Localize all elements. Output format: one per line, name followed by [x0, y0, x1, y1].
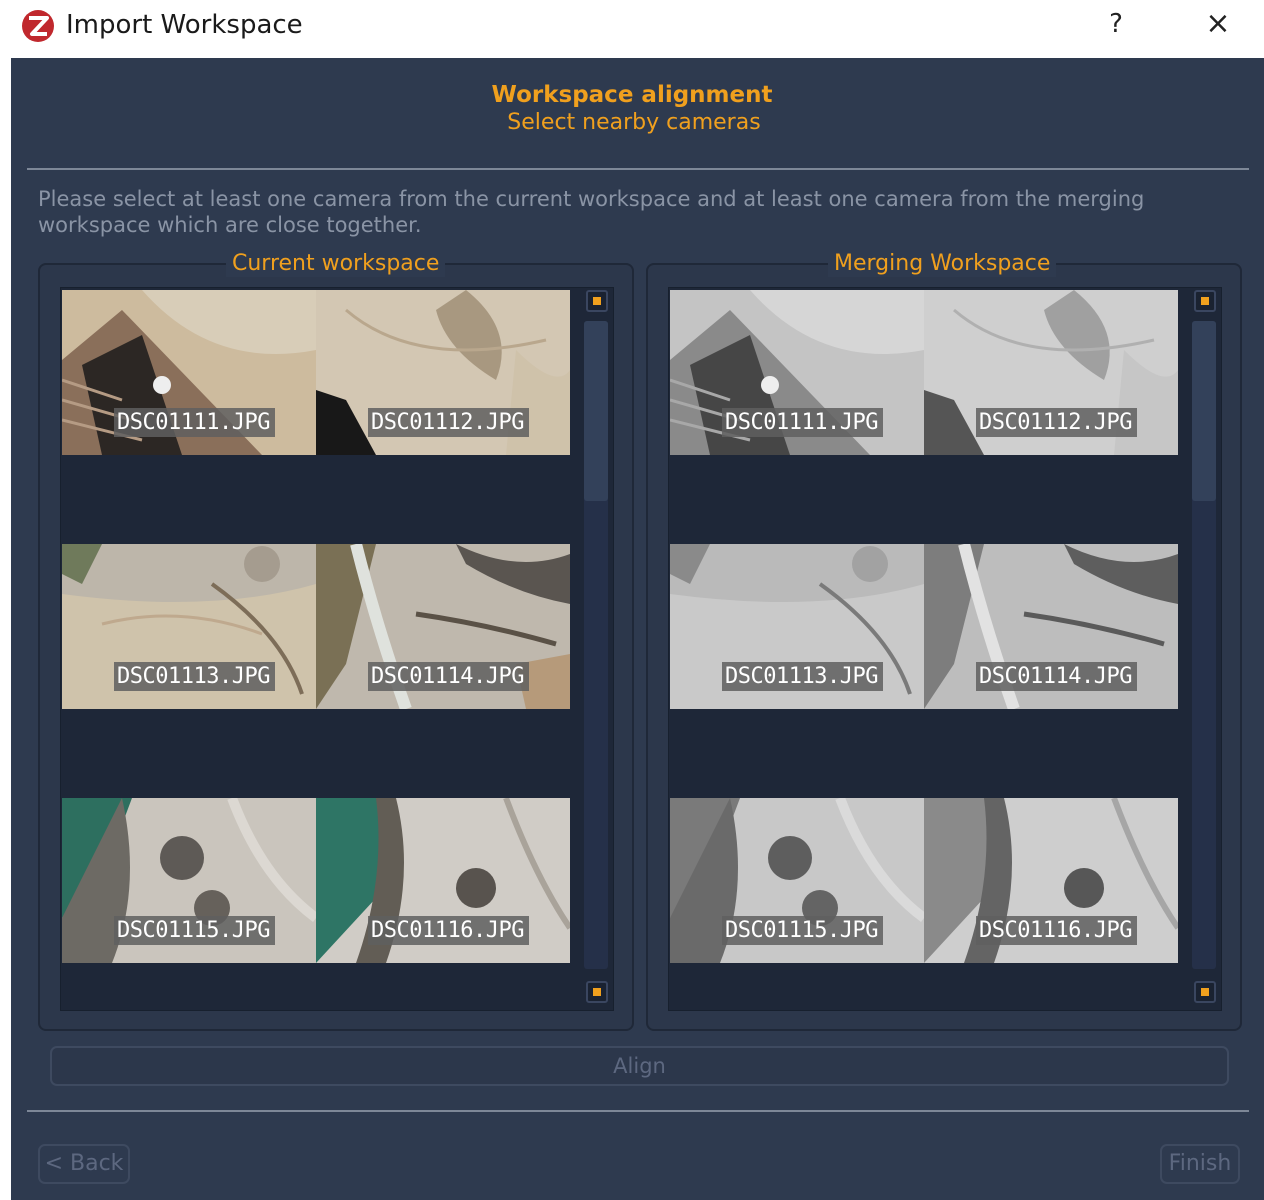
vertical-scrollbar[interactable] — [1190, 288, 1220, 1010]
wizard-content: Workspace alignment Select nearby camera… — [11, 58, 1264, 1200]
vertical-scrollbar[interactable] — [582, 288, 612, 1010]
camera-thumbnail[interactable]: DSC01112.JPG — [316, 290, 570, 455]
camera-filename: DSC01114.JPG — [976, 662, 1137, 691]
scroll-thumb[interactable] — [1192, 321, 1216, 501]
camera-filename: DSC01116.JPG — [368, 916, 529, 945]
current-workspace-title: Current workspace — [226, 251, 446, 277]
merging-workspace-group: Merging Workspace DSC01111.JPG DSC01112.… — [646, 251, 1242, 1031]
camera-filename: DSC01113.JPG — [722, 662, 883, 691]
back-button[interactable]: < Back — [38, 1144, 130, 1184]
window-title: Import Workspace — [66, 10, 303, 40]
footer-divider — [27, 1110, 1249, 1112]
camera-thumbnail[interactable]: DSC01111.JPG — [670, 290, 924, 455]
finish-button[interactable]: Finish — [1160, 1144, 1240, 1184]
current-workspace-group: Current workspace DSC01111.JPG DSC01112.… — [38, 251, 634, 1031]
instructions-text: Please select at least one camera from t… — [38, 187, 1145, 237]
camera-thumbnail[interactable]: DSC01114.JPG — [316, 544, 570, 709]
merging-workspace-camera-list[interactable]: DSC01111.JPG DSC01112.JPG DSC01113.JPG D… — [668, 287, 1222, 1011]
header-divider — [27, 168, 1249, 170]
scroll-thumb[interactable] — [584, 321, 608, 501]
align-button[interactable]: Align — [50, 1046, 1229, 1086]
title-bar: Import Workspace ? × — [0, 0, 1264, 58]
camera-thumbnail[interactable]: DSC01115.JPG — [62, 798, 316, 963]
page-subtitle: Select nearby cameras — [507, 110, 761, 135]
camera-filename: DSC01114.JPG — [368, 662, 529, 691]
camera-thumbnail[interactable]: DSC01113.JPG — [670, 544, 924, 709]
camera-thumbnail[interactable]: DSC01113.JPG — [62, 544, 316, 709]
camera-thumbnail[interactable]: DSC01116.JPG — [924, 798, 1178, 963]
camera-filename: DSC01115.JPG — [114, 916, 275, 945]
close-button[interactable]: × — [1200, 6, 1236, 42]
camera-filename: DSC01112.JPG — [976, 408, 1137, 437]
scroll-up-button[interactable] — [586, 290, 608, 312]
help-button[interactable]: ? — [1098, 6, 1134, 42]
camera-thumbnail[interactable]: DSC01114.JPG — [924, 544, 1178, 709]
scroll-up-button[interactable] — [1194, 290, 1216, 312]
camera-filename: DSC01115.JPG — [722, 916, 883, 945]
camera-thumbnail[interactable]: DSC01112.JPG — [924, 290, 1178, 455]
merging-workspace-title: Merging Workspace — [828, 251, 1057, 277]
page-title: Workspace alignment — [491, 82, 773, 108]
app-logo-icon — [22, 10, 54, 42]
camera-filename: DSC01111.JPG — [114, 408, 275, 437]
camera-thumbnail[interactable]: DSC01111.JPG — [62, 290, 316, 455]
camera-thumbnail[interactable]: DSC01116.JPG — [316, 798, 570, 963]
camera-filename: DSC01113.JPG — [114, 662, 275, 691]
scroll-down-button[interactable] — [586, 981, 608, 1003]
camera-filename: DSC01116.JPG — [976, 916, 1137, 945]
camera-thumbnail[interactable]: DSC01115.JPG — [670, 798, 924, 963]
camera-filename: DSC01111.JPG — [722, 408, 883, 437]
camera-filename: DSC01112.JPG — [368, 408, 529, 437]
scroll-down-button[interactable] — [1194, 981, 1216, 1003]
current-workspace-camera-list[interactable]: DSC01111.JPG DSC01112.JPG DSC01113.JPG D… — [60, 287, 614, 1011]
